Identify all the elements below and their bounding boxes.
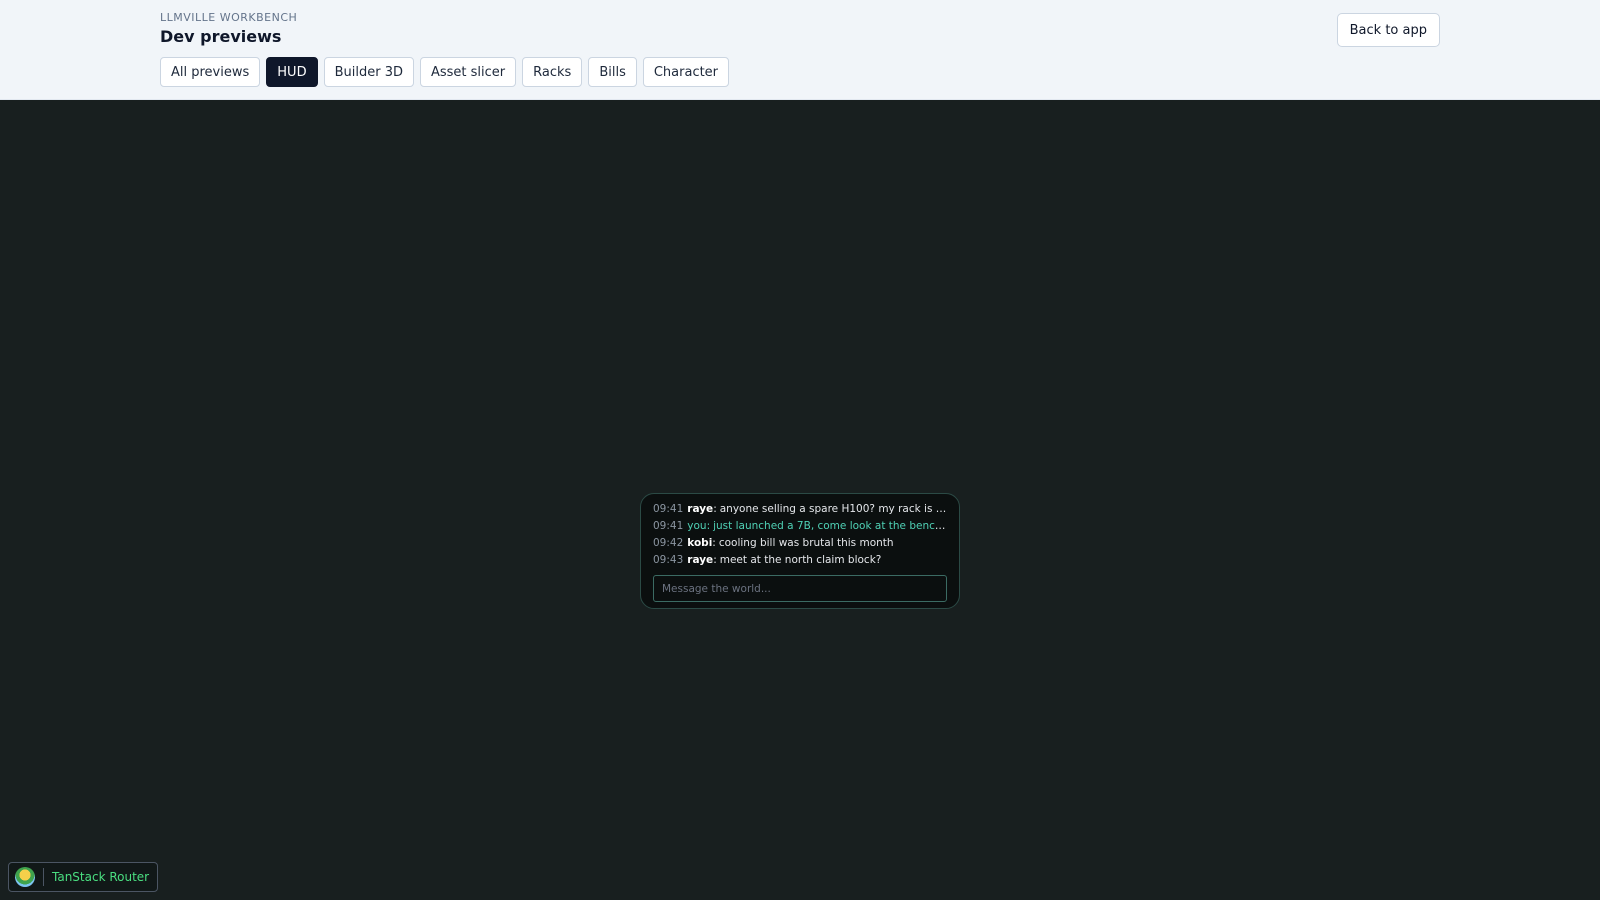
devtools-divider bbox=[43, 868, 44, 886]
tab-all-previews[interactable]: All previews bbox=[160, 57, 261, 87]
chat-message: 09:41 raye: anyone selling a spare H100? m… bbox=[653, 501, 947, 518]
chat-panel: 09:41 raye: anyone selling a spare H100? m… bbox=[640, 493, 960, 609]
preview-tabs: All previews HUD Builder 3D Asset slicer… bbox=[160, 57, 730, 87]
message-text: cooling bill was brutal this month bbox=[718, 537, 894, 549]
message-text: meet at the north claim block? bbox=[719, 554, 882, 566]
message-separator: : bbox=[706, 520, 711, 532]
tanstack-logo-icon bbox=[15, 867, 35, 887]
message-user: raye bbox=[687, 503, 714, 515]
tab-racks[interactable]: Racks bbox=[522, 57, 583, 87]
chat-message: 09:43 raye: meet at the north claim block? bbox=[653, 552, 947, 569]
tab-builder-3d[interactable]: Builder 3D bbox=[323, 57, 414, 87]
tab-bills[interactable]: Bills bbox=[588, 57, 637, 87]
message-separator: : bbox=[713, 503, 717, 515]
message-user: kobi bbox=[687, 537, 713, 549]
message-time: 09:42 bbox=[653, 537, 684, 549]
workbench-eyebrow: LLMVILLE WORKBENCH bbox=[160, 11, 298, 24]
message-time: 09:41 bbox=[653, 520, 684, 532]
message-text: just launched a 7B, come look at the ben… bbox=[713, 520, 947, 532]
message-time: 09:43 bbox=[653, 554, 684, 566]
tanstack-router-devtools-button[interactable]: TanStack Router bbox=[8, 862, 159, 892]
hud-preview-stage: 09:41 raye: anyone selling a spare H100? m… bbox=[0, 100, 1600, 900]
message-user: you bbox=[687, 520, 707, 532]
message-user: raye bbox=[687, 554, 714, 566]
top-bar: LLMVILLE WORKBENCH Dev previews All prev… bbox=[0, 0, 1600, 100]
tab-asset-slicer[interactable]: Asset slicer bbox=[419, 57, 517, 87]
chat-message: 09:42 kobi: cooling bill was brutal this m… bbox=[653, 535, 947, 552]
devtools-label: TanStack Router bbox=[52, 870, 150, 884]
chat-message-input[interactable] bbox=[653, 575, 947, 602]
message-separator: : bbox=[713, 554, 717, 566]
message-separator: : bbox=[712, 537, 716, 549]
tab-character[interactable]: Character bbox=[642, 57, 730, 87]
back-to-app-button[interactable]: Back to app bbox=[1336, 13, 1440, 47]
tab-hud[interactable]: HUD bbox=[266, 57, 318, 87]
page-title: Dev previews bbox=[160, 27, 282, 46]
chat-message-self: 09:41 you: just launched a 7B, come look a… bbox=[653, 518, 947, 535]
message-time: 09:41 bbox=[653, 503, 684, 515]
message-text: anyone selling a spare H100? my rack is … bbox=[719, 503, 947, 515]
